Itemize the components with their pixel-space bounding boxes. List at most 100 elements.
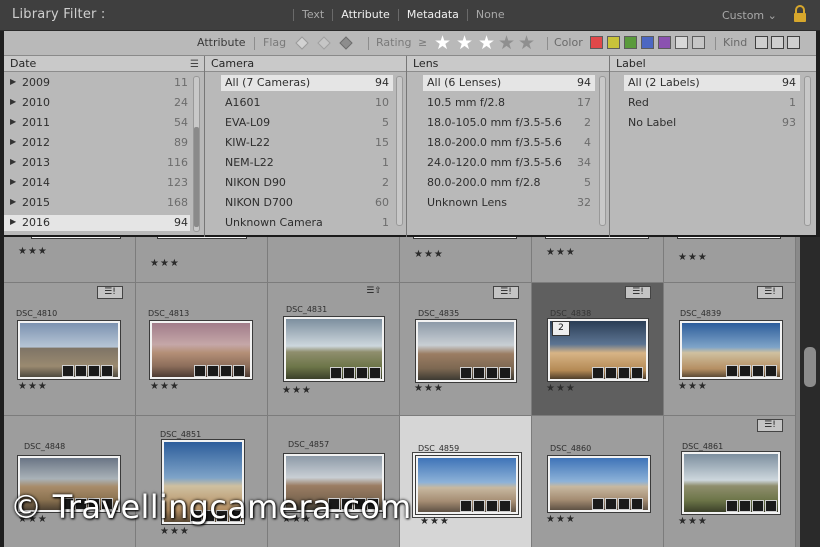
- metadata-badge-icon[interactable]: ☰!: [757, 286, 783, 299]
- color-blue-swatch[interactable]: [641, 36, 654, 49]
- lens-row[interactable]: 18.0-200.0 mm f/3.5-5.6 4: [423, 135, 595, 151]
- grid-cell[interactable]: ☰! DSC_4810 ★★★: [4, 283, 136, 416]
- grid-cell-active[interactable]: DSC_4859 ★★★: [400, 416, 532, 547]
- lens-row[interactable]: 10.5 mm f/2.8 17: [423, 95, 595, 111]
- color-purple-swatch[interactable]: [658, 36, 671, 49]
- date-scrollbar[interactable]: [193, 76, 200, 232]
- color-red-swatch[interactable]: [590, 36, 603, 49]
- copy-count-badge[interactable]: 2: [552, 321, 570, 336]
- photo-thumbnail[interactable]: [158, 237, 246, 238]
- date-row[interactable]: ▶ 2015 168: [4, 195, 190, 211]
- rating-stars[interactable]: ★★★: [678, 381, 708, 392]
- kind-video-icon[interactable]: [787, 36, 800, 49]
- tab-text[interactable]: Text: [300, 8, 326, 21]
- rating-stars[interactable]: ★★★: [18, 246, 48, 257]
- flag-unflagged-icon[interactable]: [317, 36, 331, 50]
- color-none-swatch[interactable]: [692, 36, 705, 49]
- filter-preset-dropdown[interactable]: Custom ⌄: [722, 9, 777, 22]
- rating-star-4[interactable]: ★: [498, 31, 515, 55]
- grid-cell[interactable]: ☰! DSC_4835 ★★★: [400, 283, 532, 416]
- color-green-swatch[interactable]: [624, 36, 637, 49]
- tab-attribute[interactable]: Attribute: [339, 8, 392, 21]
- camera-row[interactable]: EVA-L09 5: [221, 115, 393, 131]
- flag-rejected-icon[interactable]: [339, 36, 353, 50]
- date-row[interactable]: ▶ 2009 11: [4, 75, 190, 91]
- rating-stars[interactable]: ★★★: [420, 516, 450, 527]
- rating-star-2[interactable]: ★: [456, 31, 473, 55]
- expand-triangle-icon[interactable]: ▶: [10, 157, 16, 166]
- grid-cell[interactable]: DSC_4813 ★★★: [136, 283, 268, 416]
- kind-master-icon[interactable]: [755, 36, 768, 49]
- photo-thumbnail[interactable]: [678, 237, 780, 238]
- grid-scrollbar[interactable]: [800, 237, 820, 547]
- grid-cell[interactable]: ☰! DSC_4839 ★★★: [664, 283, 796, 416]
- label-column-header[interactable]: Label: [610, 56, 816, 72]
- grid-cell[interactable]: ☰! DSC_4861 ★★★: [664, 416, 796, 547]
- label-row-selected[interactable]: All (2 Labels) 94: [624, 75, 800, 91]
- rating-stars[interactable]: ★★★: [546, 514, 576, 525]
- grid-cell[interactable]: DSC_4860 ★★★: [532, 416, 664, 547]
- rating-star-5[interactable]: ★: [518, 31, 535, 55]
- rating-stars[interactable]: ★★★: [160, 526, 190, 537]
- lens-scrollbar[interactable]: [599, 76, 606, 226]
- grid-cell-selected[interactable]: ☰! DSC_4838 2 ★★★: [532, 283, 664, 416]
- lock-icon[interactable]: [792, 5, 808, 23]
- lens-row-selected[interactable]: All (6 Lenses) 94: [423, 75, 595, 91]
- camera-row[interactable]: NEM-L22 1: [221, 155, 393, 171]
- camera-row-selected[interactable]: All (7 Cameras) 94: [221, 75, 393, 91]
- rating-operator[interactable]: ≥: [418, 36, 427, 49]
- date-column-header[interactable]: Date ☰: [4, 56, 204, 72]
- rating-star-1[interactable]: ★: [434, 31, 451, 55]
- camera-row[interactable]: NIKON D90 2: [221, 175, 393, 191]
- scrollbar-thumb[interactable]: [804, 347, 816, 387]
- date-row[interactable]: ▶ 2013 116: [4, 155, 190, 171]
- rating-stars[interactable]: ★★★: [150, 258, 180, 269]
- tab-metadata[interactable]: Metadata: [405, 8, 461, 21]
- grid-cell[interactable]: ★★★: [400, 237, 532, 283]
- grid-cell[interactable]: DSC_4857 ★★★: [268, 416, 400, 547]
- rating-star-3[interactable]: ★: [478, 31, 495, 55]
- rating-stars[interactable]: ★★★: [150, 381, 180, 392]
- camera-scrollbar[interactable]: [396, 76, 403, 226]
- metadata-badge-icon[interactable]: ☰!: [493, 286, 519, 299]
- grid-cell[interactable]: DSC_4848 ★★★: [4, 416, 136, 547]
- grid-cell[interactable]: ★★★: [664, 237, 796, 283]
- grid-cell[interactable]: ★★★: [4, 237, 136, 283]
- date-row[interactable]: ▶ 2011 54: [4, 115, 190, 131]
- camera-row[interactable]: NIKON D700 60: [221, 195, 393, 211]
- grid-cell[interactable]: ★★★: [532, 237, 664, 283]
- expand-triangle-icon[interactable]: ▶: [10, 117, 16, 126]
- date-row[interactable]: ▶ 2012 89: [4, 135, 190, 151]
- metadata-badge-icon[interactable]: ☰!: [625, 286, 651, 299]
- grid-cell[interactable]: ☰⇧ DSC_4831 ★★★: [268, 283, 400, 416]
- column-menu-icon[interactable]: ☰: [190, 59, 199, 70]
- grid-cell[interactable]: [268, 237, 400, 283]
- expand-triangle-icon[interactable]: ▶: [10, 97, 16, 106]
- expand-triangle-icon[interactable]: ▶: [10, 177, 16, 186]
- color-yellow-swatch[interactable]: [607, 36, 620, 49]
- rating-stars[interactable]: ★★★: [414, 249, 444, 260]
- expand-triangle-icon[interactable]: ▶: [10, 77, 16, 86]
- flag-picked-icon[interactable]: [295, 36, 309, 50]
- photo-thumbnail[interactable]: [414, 237, 516, 238]
- lens-row[interactable]: Unknown Lens 32: [423, 195, 595, 211]
- rating-stars[interactable]: ★★★: [282, 385, 312, 396]
- label-row[interactable]: No Label 93: [624, 115, 800, 131]
- rating-stars[interactable]: ★★★: [678, 516, 708, 527]
- expand-triangle-icon[interactable]: ▶: [10, 217, 16, 226]
- lens-column-header[interactable]: Lens: [407, 56, 609, 72]
- rating-stars[interactable]: ★★★: [546, 383, 576, 394]
- lens-row[interactable]: 24.0-120.0 mm f/3.5-5.6 34: [423, 155, 595, 171]
- label-scrollbar[interactable]: [804, 76, 811, 226]
- photo-thumbnail[interactable]: [546, 237, 648, 238]
- label-row[interactable]: Red 1: [624, 95, 800, 111]
- rating-stars[interactable]: ★★★: [18, 381, 48, 392]
- metadata-badge-icon[interactable]: ☰!: [757, 419, 783, 432]
- photo-thumbnail[interactable]: [32, 237, 120, 238]
- camera-row[interactable]: KIW-L22 15: [221, 135, 393, 151]
- grid-cell[interactable]: ★★★: [136, 237, 268, 283]
- kind-virtual-copy-icon[interactable]: [771, 36, 784, 49]
- lens-row[interactable]: 18.0-105.0 mm f/3.5-5.6 2: [423, 115, 595, 131]
- camera-row[interactable]: A1601 10: [221, 95, 393, 111]
- metadata-badge-icon[interactable]: ☰!: [97, 286, 123, 299]
